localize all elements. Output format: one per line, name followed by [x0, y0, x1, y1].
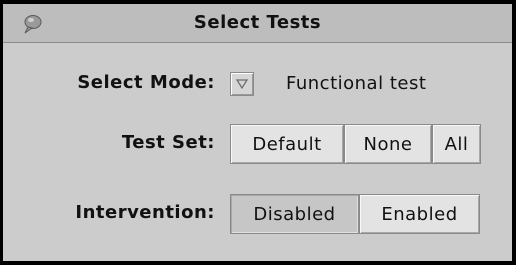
- test-set-all-button[interactable]: All: [432, 124, 481, 164]
- intervention-enabled-button[interactable]: Enabled: [359, 194, 480, 234]
- triangle-down-icon: [235, 79, 249, 90]
- select-mode-dropdown-button[interactable]: [230, 72, 254, 96]
- test-set-none-button[interactable]: None: [344, 124, 432, 164]
- intervention-disabled-button[interactable]: Disabled: [230, 194, 359, 234]
- title-bar: Select Tests: [3, 4, 512, 43]
- dialog-title: Select Tests: [193, 12, 322, 33]
- select-mode-value: Functional test: [286, 73, 427, 94]
- test-set-label: Test Set:: [121, 132, 215, 153]
- select-mode-label: Select Mode:: [77, 72, 215, 93]
- test-set-default-button[interactable]: Default: [230, 124, 344, 164]
- intervention-label: Intervention:: [75, 202, 215, 223]
- select-tests-dialog: Select Tests Select Mode: Functional tes…: [0, 0, 516, 265]
